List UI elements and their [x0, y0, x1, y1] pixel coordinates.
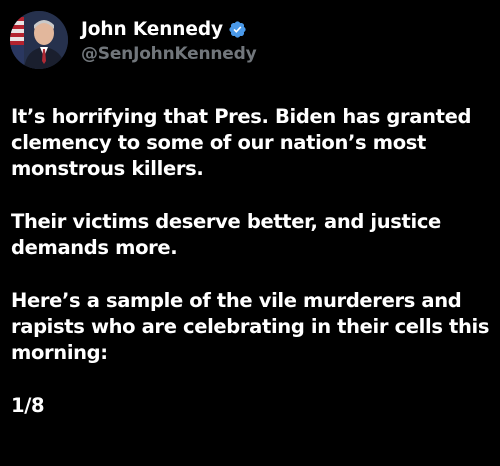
avatar[interactable]	[10, 11, 68, 69]
post: John Kennedy @SenJohnKennedy It’s horrif…	[0, 0, 500, 466]
post-paragraph-1: It’s horrifying that Pres. Biden has gra…	[11, 105, 472, 180]
thread-counter: 1/8	[11, 394, 45, 417]
post-header: John Kennedy @SenJohnKennedy	[10, 9, 257, 71]
author-handle[interactable]: @SenJohnKennedy	[81, 44, 257, 64]
author-names: John Kennedy @SenJohnKennedy	[81, 17, 257, 64]
verified-badge-icon	[228, 20, 247, 39]
post-text: It’s horrifying that Pres. Biden has gra…	[11, 104, 495, 419]
author-display-name[interactable]: John Kennedy	[81, 19, 223, 40]
post-paragraph-2: Their victims deserve better, and justic…	[11, 210, 441, 259]
name-row: John Kennedy	[81, 17, 256, 43]
post-paragraph-3: Here’s a sample of the vile murderers an…	[11, 289, 490, 364]
